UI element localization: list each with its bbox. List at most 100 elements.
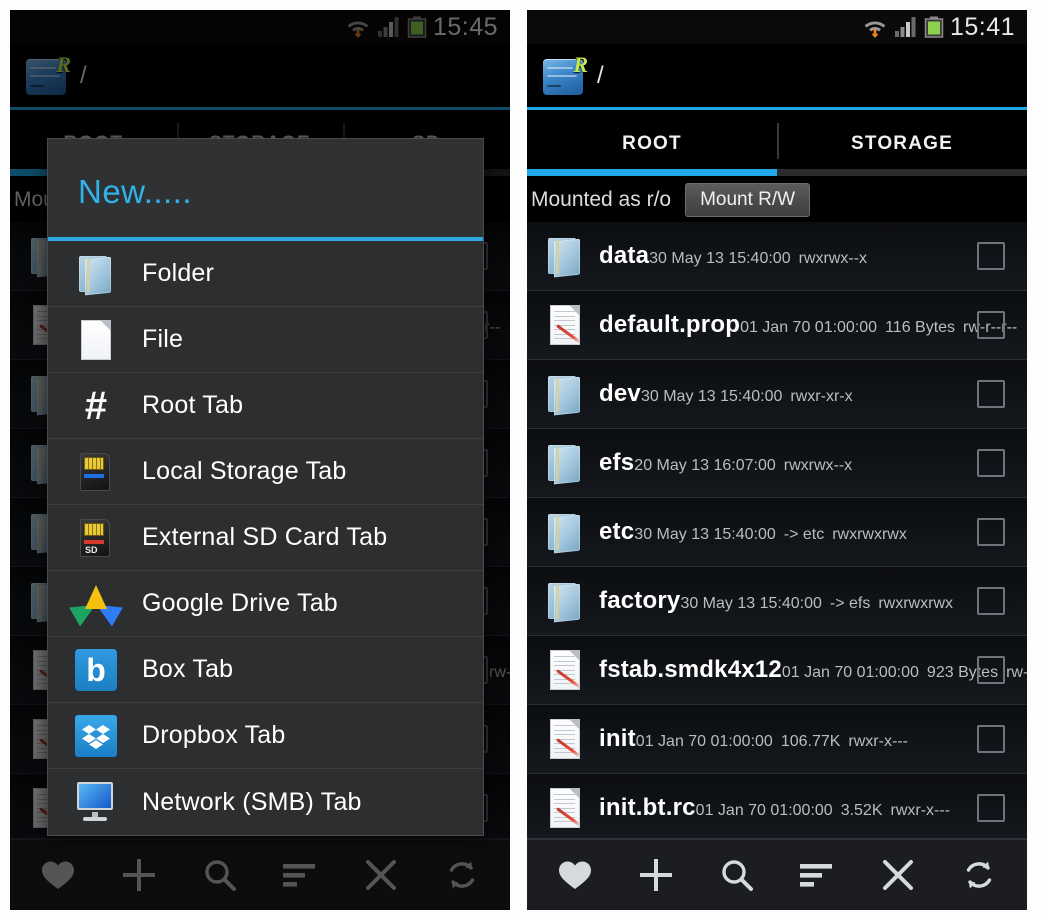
file-details: 01 Jan 70 01:00:00116 Bytesrw-r--r-- xyxy=(740,319,1017,336)
left-phone-screen: 15:45 R / ROOT STORAGE SD xyxy=(10,10,510,910)
file-meta: init01 Jan 70 01:00:00 106.77K rwxr-x--- xyxy=(593,726,977,751)
dialog-item-file[interactable]: File xyxy=(48,307,483,373)
table-row[interactable]: fstab.smdk4x1201 Jan 70 01:00:00923 Byte… xyxy=(527,636,1027,705)
dialog-item-network-smb-tab[interactable]: Network (SMB) Tab xyxy=(48,769,483,835)
file-date: 30 May 13 15:40:00 xyxy=(634,526,776,544)
file-details: 30 May 13 15:40:00 -> etc rwxrwxrwx xyxy=(634,526,907,543)
file-icon xyxy=(537,304,593,346)
file-perms: rwxrwx--x xyxy=(783,457,853,475)
dialog-item-root-tab[interactable]: # Root Tab xyxy=(48,373,483,439)
search-button[interactable] xyxy=(705,849,769,901)
screenshot-root: 15:45 R / ROOT STORAGE SD xyxy=(0,0,1042,920)
box-icon: b xyxy=(70,648,122,691)
file-details: 30 May 13 15:40:00 rwxr-xr-x xyxy=(641,388,853,405)
file-perms: rwxr-x--- xyxy=(890,802,951,820)
table-row[interactable]: efs20 May 13 16:07:00 rwxrwx--x xyxy=(527,429,1027,498)
refresh-button[interactable] xyxy=(947,849,1011,901)
file-name: etc xyxy=(599,518,635,546)
dialog-item-label: Root Tab xyxy=(142,391,244,419)
new-button[interactable] xyxy=(624,849,688,901)
file-icon xyxy=(70,319,122,361)
file-details: 30 May 13 15:40:00 -> efs rwxrwxrwx xyxy=(680,595,953,612)
dialog-item-label: Box Tab xyxy=(142,655,234,683)
file-details: 01 Jan 70 01:00:00 3.52K rwxr-x--- xyxy=(696,802,950,819)
clock: 15:41 xyxy=(949,12,1015,41)
file-icon xyxy=(537,649,593,691)
tab-storage-label: STORAGE xyxy=(850,133,953,154)
folder-icon xyxy=(537,374,593,416)
favorites-button[interactable] xyxy=(543,849,607,901)
file-meta: init.bt.rc01 Jan 70 01:00:00 3.52K rwxr-x-… xyxy=(593,795,977,820)
file-perms: rwxrwxrwx xyxy=(832,526,907,544)
right-tab-bar: ROOT STORAGE xyxy=(527,113,1027,176)
file-meta: default.prop01 Jan 70 01:00:00116 Bytesr… xyxy=(593,312,1017,337)
right-bottom-toolbar[interactable] xyxy=(527,838,1027,910)
mount-rw-button[interactable]: Mount R/W xyxy=(685,183,811,217)
file-checkbox[interactable] xyxy=(977,518,1005,546)
path-label: / xyxy=(597,61,604,89)
close-button[interactable] xyxy=(866,849,930,901)
tab-storage[interactable]: STORAGE xyxy=(777,113,1027,176)
file-name: dev xyxy=(599,380,641,408)
file-perms: rwxr-x--- xyxy=(848,733,908,751)
table-row[interactable]: data30 May 13 15:40:00 rwxrwx--x xyxy=(527,222,1027,291)
file-checkbox[interactable] xyxy=(977,242,1005,270)
table-row[interactable]: default.prop01 Jan 70 01:00:00116 Bytesr… xyxy=(527,291,1027,360)
table-row[interactable]: factory30 May 13 15:40:00 -> efs rwxrwxrwx xyxy=(527,567,1027,636)
sort-button[interactable] xyxy=(785,849,849,901)
google-drive-icon xyxy=(69,584,123,627)
file-name: fstab.smdk4x12 xyxy=(599,656,782,684)
heart-icon xyxy=(559,861,592,889)
close-icon xyxy=(882,860,913,890)
dialog-item-google-drive-tab[interactable]: Google Drive Tab xyxy=(48,571,483,637)
file-link: -> efs xyxy=(829,595,871,613)
file-date: 30 May 13 15:40:00 xyxy=(649,250,791,268)
file-meta: etc30 May 13 15:40:00 -> etc rwxrwxrwx xyxy=(593,519,977,544)
dialog-item-dropbox-tab[interactable]: Dropbox Tab xyxy=(48,703,483,769)
file-checkbox[interactable] xyxy=(977,794,1005,822)
file-size: 3.52K xyxy=(840,802,883,820)
tab-root[interactable]: ROOT xyxy=(527,113,777,176)
file-date: 01 Jan 70 01:00:00 xyxy=(635,733,773,751)
dialog-item-external-sd-tab[interactable]: SD External SD Card Tab xyxy=(48,505,483,571)
folder-icon xyxy=(537,581,593,623)
sort-icon xyxy=(800,864,833,887)
file-date: 01 Jan 70 01:00:00 xyxy=(781,664,919,682)
file-checkbox[interactable] xyxy=(977,311,1005,339)
monitor-icon xyxy=(70,782,122,822)
plus-icon xyxy=(639,859,672,891)
file-meta: efs20 May 13 16:07:00 rwxrwx--x xyxy=(593,450,977,475)
file-perms: rwxrwx--x xyxy=(798,250,868,268)
file-icon xyxy=(537,718,593,760)
dialog-item-folder[interactable]: Folder xyxy=(48,241,483,307)
file-checkbox[interactable] xyxy=(977,725,1005,753)
folder-icon xyxy=(537,236,593,278)
file-details: 20 May 13 16:07:00 rwxrwx--x xyxy=(634,457,852,474)
dialog-item-local-storage-tab[interactable]: Local Storage Tab xyxy=(48,439,483,505)
file-checkbox[interactable] xyxy=(977,656,1005,684)
tab-root-label: ROOT xyxy=(622,133,682,154)
folder-icon xyxy=(537,512,593,554)
sd-card-icon xyxy=(70,451,122,493)
table-row[interactable]: dev30 May 13 15:40:00 rwxr-xr-x xyxy=(527,360,1027,429)
table-row[interactable]: etc30 May 13 15:40:00 -> etc rwxrwxrwx xyxy=(527,498,1027,567)
file-date: 01 Jan 70 01:00:00 xyxy=(695,802,833,820)
file-checkbox[interactable] xyxy=(977,449,1005,477)
file-name: init xyxy=(599,725,636,753)
table-row[interactable]: init.bt.rc01 Jan 70 01:00:00 3.52K rwxr-x-… xyxy=(527,774,1027,838)
refresh-icon xyxy=(966,861,991,889)
hash-icon: # xyxy=(84,383,108,428)
dialog-item-box-tab[interactable]: b Box Tab xyxy=(48,637,483,703)
battery-icon xyxy=(924,16,944,38)
external-sd-icon: SD xyxy=(70,517,122,559)
dialog-item-label: Network (SMB) Tab xyxy=(142,787,362,816)
right-phone-screen: 15:41 R / ROOT STORAGE Mounted as r/o Mo… xyxy=(527,10,1027,910)
file-icon xyxy=(537,787,593,829)
table-row[interactable]: init01 Jan 70 01:00:00 106.77K rwxr-x--- xyxy=(527,705,1027,774)
right-mount-row: Mounted as r/o Mount R/W xyxy=(527,178,1027,222)
file-meta: fstab.smdk4x1201 Jan 70 01:00:00923 Byte… xyxy=(593,656,1027,684)
file-checkbox[interactable] xyxy=(977,587,1005,615)
right-file-list[interactable]: data30 May 13 15:40:00 rwxrwx--x default.p… xyxy=(527,222,1027,838)
mount-status-label: Mounted as r/o xyxy=(531,188,672,211)
file-checkbox[interactable] xyxy=(977,380,1005,408)
